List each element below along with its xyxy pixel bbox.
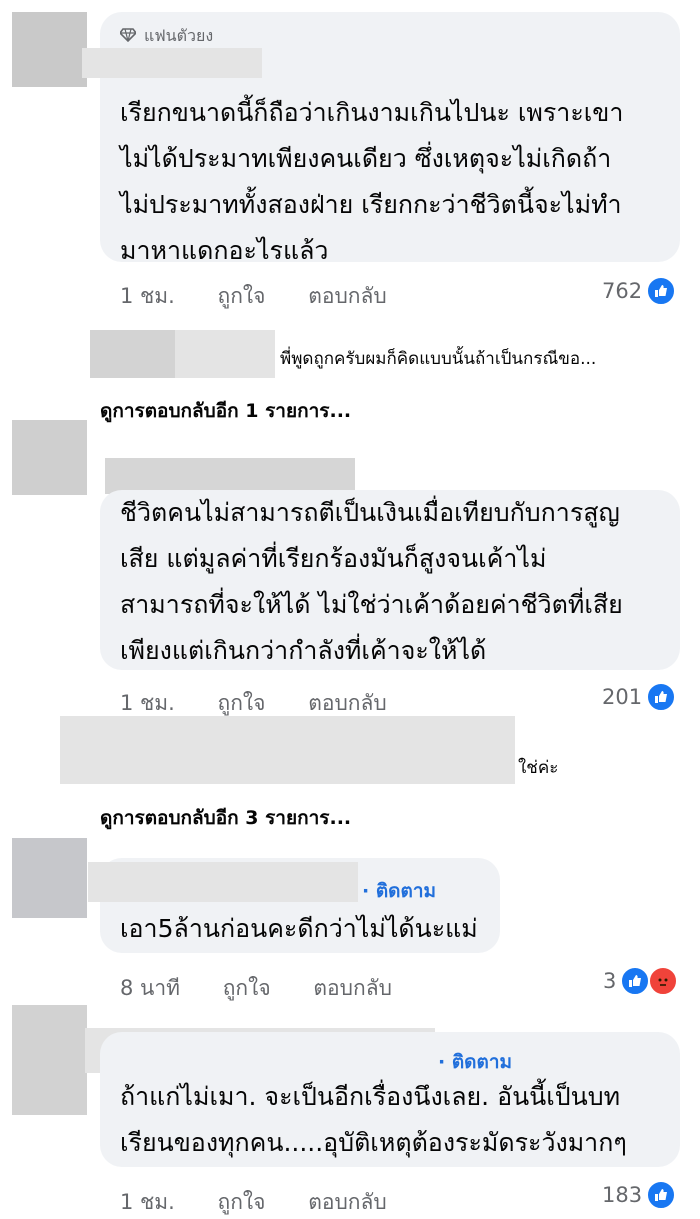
reply-author-blurred[interactable] xyxy=(175,330,275,378)
reaction-count[interactable]: 201 xyxy=(602,682,677,712)
like-button[interactable]: ถูกใจ xyxy=(223,976,271,1000)
comment-actions: 1 ชม. ถูกใจ ตอบกลับ xyxy=(120,280,423,313)
badge-label: แฟนตัวยง xyxy=(144,26,214,45)
timestamp[interactable]: 1 ชม. xyxy=(120,284,175,308)
like-icon xyxy=(646,1180,677,1210)
reaction-number: 762 xyxy=(602,279,643,303)
author-name-blurred[interactable] xyxy=(88,862,358,902)
reply-button[interactable]: ตอบกลับ xyxy=(308,284,387,308)
view-more-replies[interactable]: ดูการตอบกลับอีก 3 รายการ... xyxy=(100,803,351,833)
avatar[interactable] xyxy=(12,420,87,495)
comment-bubble: · ติดตาม ถ้าแก่ไม่เมา. จะเป็นอีกเรื่องนึ… xyxy=(100,1032,680,1167)
comment-bubble: แฟนตัวยง เรียกขนาดนี้ก็ถือว่าเกินงามเกิน… xyxy=(82,12,680,265)
reply-button[interactable]: ตอบกลับ xyxy=(308,691,387,715)
avatar[interactable] xyxy=(12,1005,87,1115)
reply-snippet[interactable]: พี่พูดถูกครับผมก็คิดแบบนั้นถ้าเป็นกรณีขอ… xyxy=(280,345,596,372)
reaction-number: 3 xyxy=(603,969,617,993)
comment-text: ชีวิตคนไม่สามารถตีเป็นเงินเมื่อเทียบกับก… xyxy=(120,498,623,665)
author-name-blurred[interactable] xyxy=(105,458,355,494)
comment-actions: 8 นาที ถูกใจ ตอบกลับ xyxy=(120,972,428,1005)
reply-button[interactable]: ตอบกลับ xyxy=(308,1190,387,1214)
like-button[interactable]: ถูกใจ xyxy=(218,1190,266,1214)
reaction-number: 201 xyxy=(602,685,643,709)
avatar[interactable] xyxy=(12,838,87,918)
comment-bubble: ชีวิตคนไม่สามารถตีเป็นเงินเมื่อเทียบกับก… xyxy=(100,490,680,670)
like-button[interactable]: ถูกใจ xyxy=(218,691,266,715)
like-icon xyxy=(620,966,651,996)
comment-text: เรียกขนาดนี้ก็ถือว่าเกินงามเกินไปนะ เพรา… xyxy=(120,98,624,265)
reaction-count[interactable]: 183 xyxy=(602,1180,677,1210)
follow-link[interactable]: · ติดตาม xyxy=(438,1047,512,1077)
reply-author-blurred[interactable] xyxy=(60,716,515,784)
reply-avatar[interactable] xyxy=(90,330,175,378)
top-fan-badge: แฟนตัวยง xyxy=(118,24,214,49)
comment-bubble: · ติดตาม เอา5ล้านก่อนคะดีกว่าไม่ได้นะแม่ xyxy=(88,858,500,953)
comment-text: ถ้าแก่ไม่เมา. จะเป็นอีกเรื่องนึงเลย. อัน… xyxy=(120,1082,627,1157)
reaction-count[interactable]: 3 xyxy=(603,966,679,996)
avatar[interactable] xyxy=(12,12,87,87)
timestamp[interactable]: 1 ชม. xyxy=(120,691,175,715)
diamond-icon xyxy=(118,27,138,46)
like-icon xyxy=(646,276,677,306)
author-name-blurred[interactable] xyxy=(82,48,262,78)
reaction-count[interactable]: 762 xyxy=(602,276,677,306)
timestamp[interactable]: 8 นาที xyxy=(120,976,180,1000)
timestamp[interactable]: 1 ชม. xyxy=(120,1190,175,1214)
follow-link[interactable]: · ติดตาม xyxy=(362,876,436,906)
like-icon xyxy=(646,682,677,712)
reaction-number: 183 xyxy=(602,1183,643,1207)
comment-text: เอา5ล้านก่อนคะดีกว่าไม่ได้นะแม่ xyxy=(120,914,478,943)
like-button[interactable]: ถูกใจ xyxy=(218,284,266,308)
comment-actions: 1 ชม. ถูกใจ ตอบกลับ xyxy=(120,1186,423,1219)
reply-button[interactable]: ตอบกลับ xyxy=(313,976,392,1000)
view-more-replies[interactable]: ดูการตอบกลับอีก 1 รายการ... xyxy=(100,396,351,426)
reply-snippet[interactable]: ใช่ค่ะ xyxy=(518,754,558,781)
angry-icon xyxy=(648,966,679,996)
